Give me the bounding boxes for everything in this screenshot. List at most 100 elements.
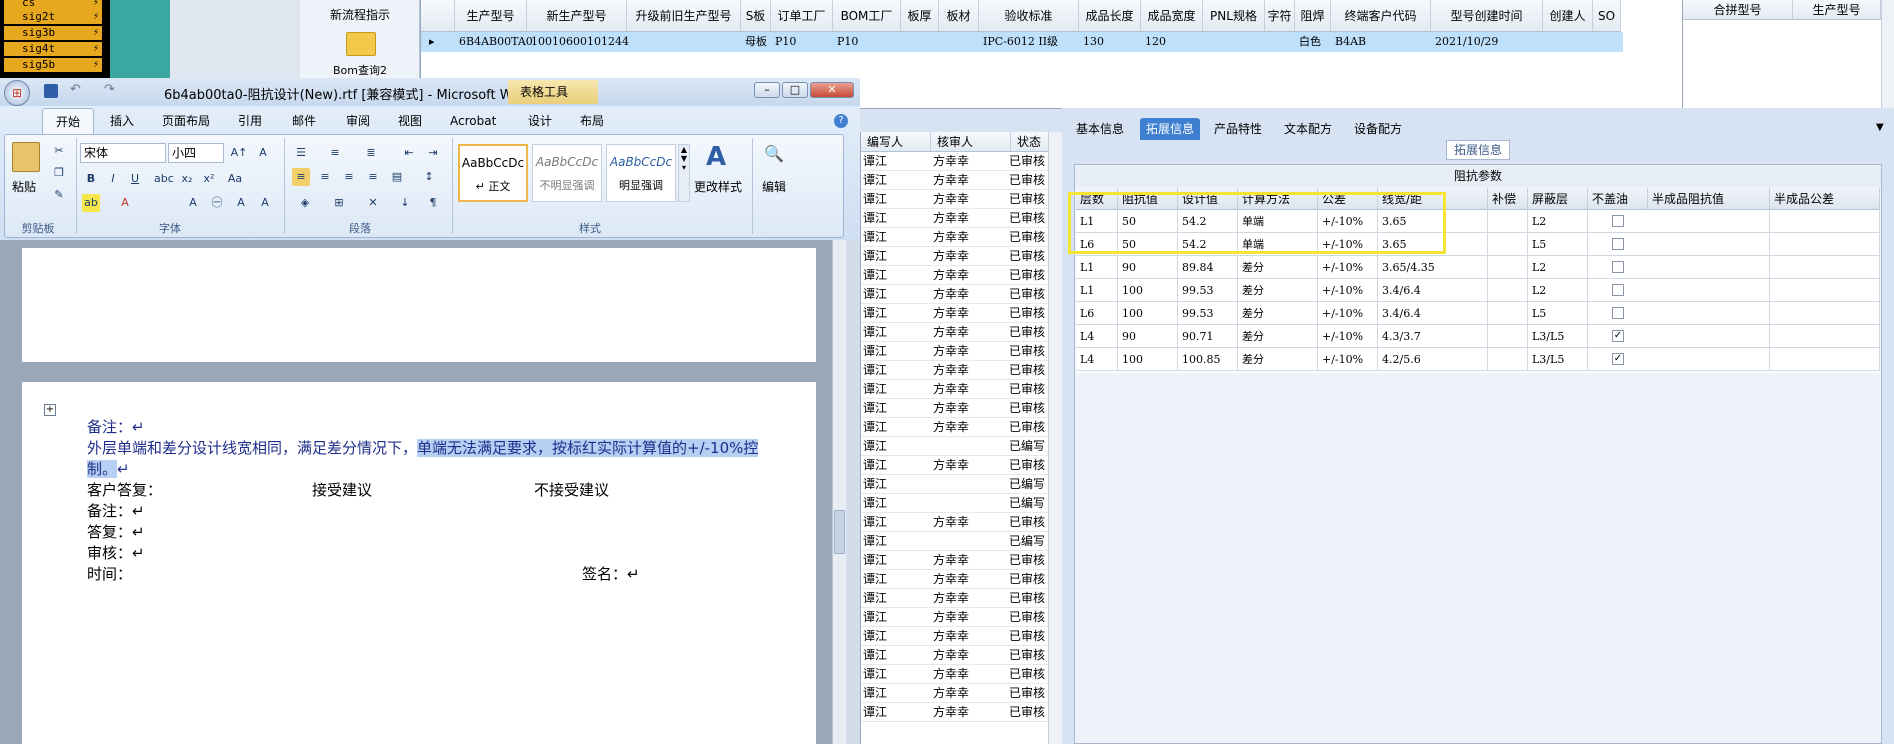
doc-line[interactable]: 备注：↵ [87, 500, 145, 521]
office-button-icon[interactable]: ⊞ [4, 80, 30, 106]
list-row[interactable]: 谭江 方幸幸 已审核 [861, 551, 1063, 570]
list-row[interactable]: 谭江 已编写 [861, 494, 1063, 513]
impedance-row[interactable]: L6 100 99.53 差分 +/-10% 3.4/6.4 L5 [1076, 302, 1880, 325]
table-cell[interactable] [1770, 348, 1880, 371]
word-title-bar[interactable]: ⊞ ↶ ↷ 6b4ab00ta0-阻抗设计(New).rtf [兼容模式] - … [0, 78, 860, 106]
no-cover-oil-checkbox[interactable]: ✓ [1612, 330, 1624, 342]
superscript-icon[interactable]: x² [200, 170, 218, 188]
vertical-scrollbar[interactable] [1048, 132, 1062, 744]
table-cell[interactable]: L3/L5 [1528, 348, 1588, 371]
column-header[interactable]: 板材 [939, 0, 979, 32]
tab-references[interactable]: 引用 [238, 110, 262, 132]
table-cell[interactable]: +/-10% [1318, 348, 1378, 371]
table-cell[interactable]: L1 [1076, 256, 1118, 279]
table-cell[interactable]: L2 [1528, 279, 1588, 302]
editing-button[interactable]: 编辑 [762, 178, 786, 195]
numbering-icon[interactable]: ≡ [326, 144, 344, 162]
list-row[interactable]: 谭江 方幸幸 已审核 [861, 703, 1063, 722]
style-subtle-emphasis[interactable]: AaBbCcDc 不明显强调 [532, 144, 602, 202]
list-row[interactable]: 谭江 方幸幸 已审核 [861, 171, 1063, 190]
new-flow-button[interactable]: 新流程指示 [300, 6, 420, 23]
list-row[interactable]: 谭江 方幸幸 已审核 [861, 266, 1063, 285]
list-row[interactable]: 谭江 方幸幸 已审核 [861, 418, 1063, 437]
grid-cell[interactable]: 白色 [1295, 32, 1331, 52]
chevron-down-icon[interactable]: ▼ [1876, 122, 1884, 133]
table-cell[interactable]: 差分 [1238, 256, 1318, 279]
grid-cell[interactable]: 10010600101244 [527, 32, 629, 52]
signal-item[interactable]: sig4t ⚡ [4, 42, 102, 56]
signal-item[interactable]: cs ⚡ [4, 0, 102, 10]
distributed-icon[interactable]: ▤ [388, 168, 406, 186]
table-cell[interactable]: +/-10% [1318, 256, 1378, 279]
tab-equipment-recipe[interactable]: 设备配方 [1348, 118, 1408, 140]
underline-icon[interactable]: U [126, 170, 144, 188]
decrease-indent-icon[interactable]: ⇤ [400, 144, 418, 162]
shading-icon[interactable]: ◈ [296, 194, 314, 212]
align-center-icon[interactable]: ≡ [316, 168, 334, 186]
table-cell[interactable] [1770, 256, 1880, 279]
doc-line[interactable]: 制。↵ [87, 458, 130, 479]
grow-font-icon[interactable]: A↑ [230, 144, 248, 162]
tab-basic-info[interactable]: 基本信息 [1070, 118, 1130, 140]
list-row[interactable]: 谭江 方幸幸 已审核 [861, 570, 1063, 589]
paste-icon[interactable] [12, 142, 40, 172]
table-tools-context-tab[interactable]: 表格工具 [508, 80, 598, 104]
list-row[interactable]: 谭江 方幸幸 已审核 [861, 304, 1063, 323]
tab-insert[interactable]: 插入 [110, 110, 134, 132]
table-cell[interactable]: 差分 [1238, 302, 1318, 325]
table-cell[interactable]: 100 [1118, 302, 1178, 325]
grid-cell[interactable]: P10 [771, 32, 833, 52]
show-marks-icon[interactable]: ¶ [424, 194, 442, 212]
tab-review[interactable]: 审阅 [346, 110, 370, 132]
line-spacing-icon[interactable]: ↕ [420, 168, 438, 186]
table-cell[interactable]: 4.3/3.7 [1378, 325, 1488, 348]
column-header[interactable]: 新生产型号 [527, 0, 627, 32]
list-row[interactable]: 谭江 方幸幸 已审核 [861, 665, 1063, 684]
grid-cell[interactable]: IPC-6012 II级 [979, 32, 1079, 52]
table-cell[interactable]: L4 [1076, 348, 1118, 371]
table-cell[interactable] [1648, 279, 1770, 302]
copy-icon[interactable]: ❐ [50, 164, 68, 182]
column-header[interactable]: SO [1593, 0, 1621, 32]
list-row[interactable]: 谭江 方幸幸 已审核 [861, 228, 1063, 247]
grid-cell[interactable]: B4AB [1331, 32, 1431, 52]
shrink-font-icon[interactable]: A [256, 194, 274, 212]
help-icon[interactable]: ? [834, 114, 848, 128]
strikethrough-icon[interactable]: abc [154, 170, 174, 188]
grow-font-icon[interactable]: A [232, 194, 250, 212]
paste-button[interactable]: 粘贴 [12, 178, 36, 195]
list-row[interactable]: 谭江 方幸幸 已审核 [861, 323, 1063, 342]
justify-icon[interactable]: ≡ [364, 168, 382, 186]
tab-home[interactable]: 开始 [42, 108, 94, 134]
tab-layout[interactable]: 布局 [580, 110, 604, 132]
list-row[interactable]: 谭江 方幸幸 已审核 [861, 627, 1063, 646]
save-icon[interactable] [44, 84, 58, 98]
scroll-thumb[interactable] [834, 510, 845, 554]
impedance-row[interactable]: L4 90 90.71 差分 +/-10% 4.3/3.7 L3/L5 ✓ [1076, 325, 1880, 348]
style-intense-emphasis[interactable]: AaBbCcDc 明显强调 [606, 144, 676, 202]
list-row[interactable]: 谭江 方幸幸 已审核 [861, 608, 1063, 627]
grid-cell[interactable]: 6B4AB00TA0 [455, 32, 533, 52]
no-cover-oil-checkbox[interactable]: ✓ [1612, 353, 1624, 365]
find-icon[interactable]: 🔍 [764, 144, 784, 163]
align-left-icon[interactable]: ≡ [292, 168, 310, 186]
vertical-scrollbar[interactable] [1881, 0, 1894, 108]
font-name-select[interactable]: 宋体 [80, 143, 166, 163]
table-cell[interactable]: L5 [1528, 302, 1588, 325]
list-row[interactable]: 谭江 方幸幸 已审核 [861, 399, 1063, 418]
italic-icon[interactable]: I [104, 170, 122, 188]
column-header[interactable]: 验收标准 [979, 0, 1079, 32]
minimize-button[interactable]: – [754, 82, 780, 98]
table-cell[interactable] [1770, 279, 1880, 302]
column-header[interactable]: 补偿 [1488, 188, 1528, 210]
column-header[interactable]: 成品长度 [1079, 0, 1141, 32]
multilevel-list-icon[interactable]: ≣ [362, 144, 380, 162]
list-row[interactable]: 谭江 方幸幸 已审核 [861, 646, 1063, 665]
grid-cell[interactable]: 130 [1079, 32, 1141, 52]
table-cell[interactable]: 90 [1118, 325, 1178, 348]
table-cell[interactable]: 差分 [1238, 325, 1318, 348]
signal-item[interactable]: sig5b ⚡ [4, 58, 102, 72]
maximize-button[interactable]: □ [782, 82, 808, 98]
style-normal[interactable]: AaBbCcDc ↵ 正文 [458, 144, 528, 202]
sort-icon[interactable]: ↓ [396, 194, 414, 212]
